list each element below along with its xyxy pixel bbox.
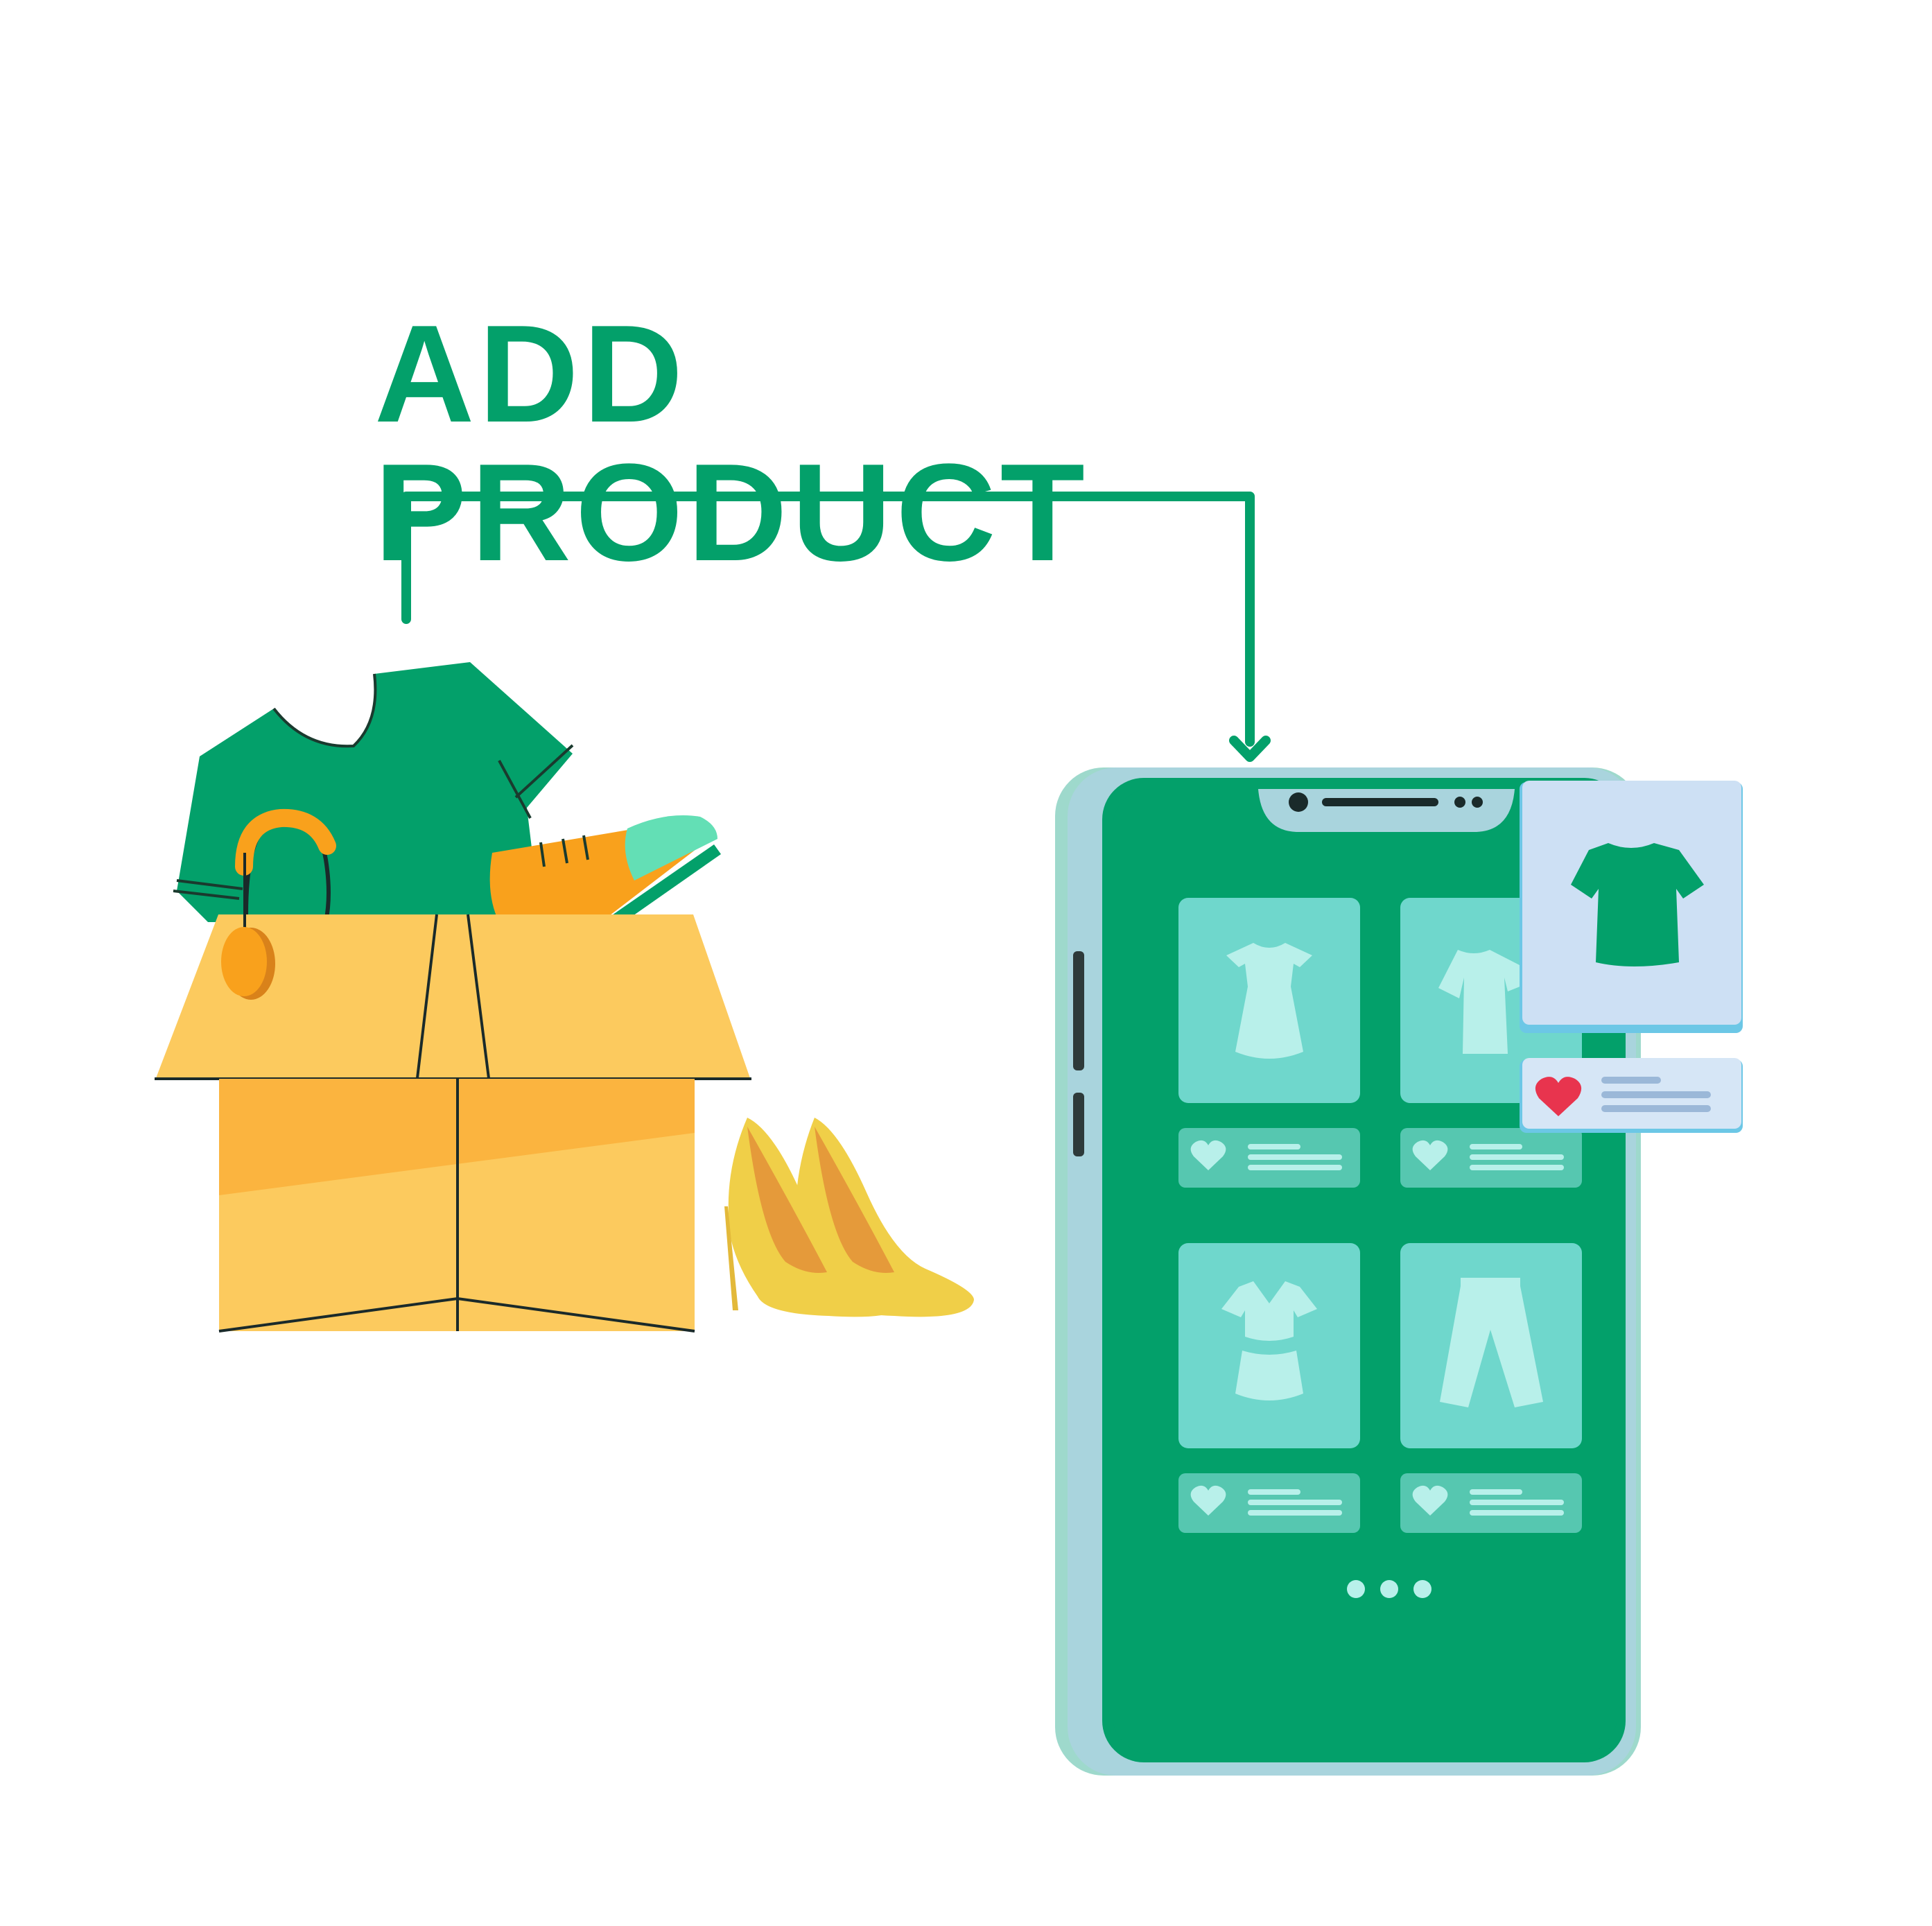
product-box-group [155, 662, 974, 1333]
floating-like-card[interactable] [1520, 1058, 1743, 1133]
product-card[interactable] [1400, 1243, 1582, 1448]
flow-arrow [401, 492, 1271, 762]
more-dots-icon[interactable] [1347, 1580, 1431, 1598]
product-info-bar[interactable] [1178, 1128, 1360, 1188]
illustration [155, 492, 1743, 1776]
power-button[interactable] [1073, 1093, 1084, 1156]
product-card[interactable] [1178, 1243, 1360, 1448]
yellow-heels [724, 1118, 974, 1317]
product-info-bar[interactable] [1400, 1473, 1582, 1533]
product-info-bar[interactable] [1178, 1473, 1360, 1533]
product-card[interactable] [1178, 898, 1360, 1103]
floating-product-card[interactable] [1520, 781, 1743, 1033]
product-info-bar[interactable] [1400, 1128, 1582, 1188]
volume-button[interactable] [1073, 951, 1084, 1070]
